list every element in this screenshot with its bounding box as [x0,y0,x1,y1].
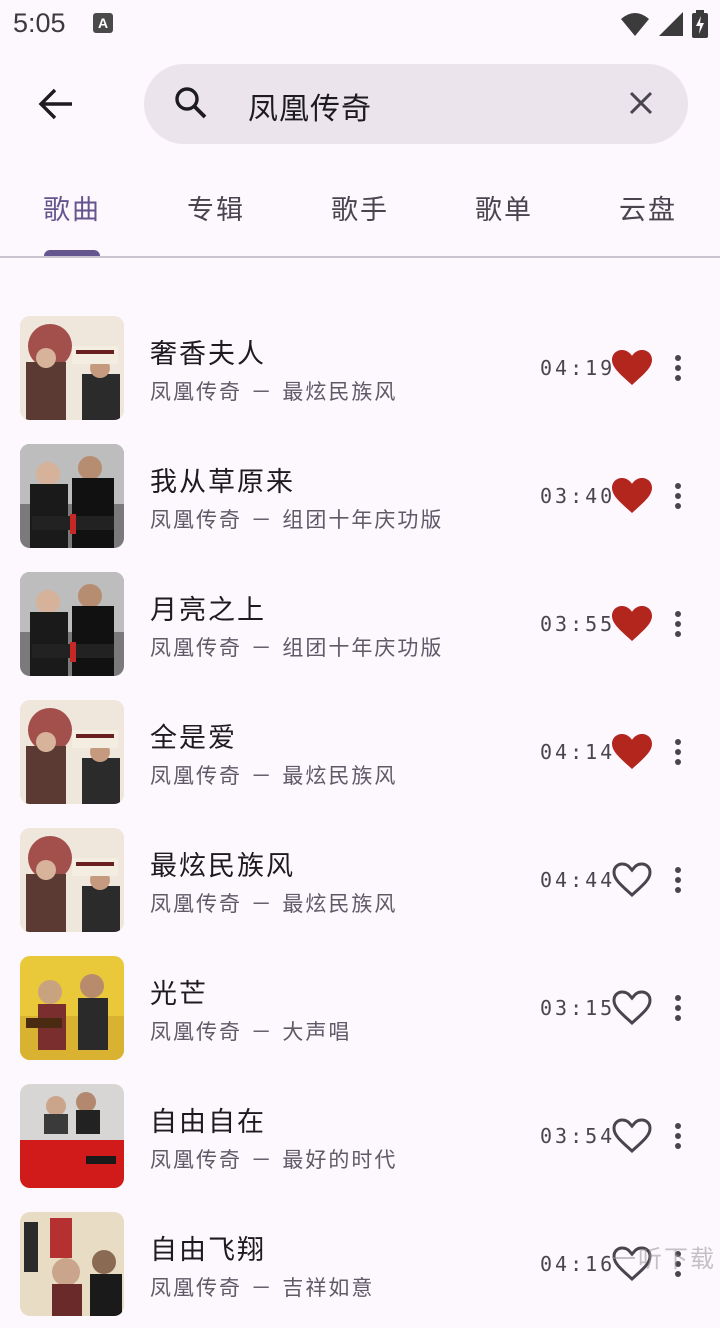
tab-artists[interactable]: 歌手 [288,188,432,227]
more-vert-icon [675,483,681,509]
heart-outline-icon [612,1118,652,1154]
album-cover[interactable] [20,956,124,1060]
arrow-back-icon [38,88,72,120]
album-cover[interactable] [20,572,124,676]
heart-filled-icon [612,734,652,769]
search-tabs: 歌曲 专辑 歌手 歌单 云盘 [0,170,720,258]
heart-outline-icon [612,862,652,898]
song-title: 自由自在 [150,1107,266,1138]
song-subtitle: 凤凰传奇 － 大声唱 [150,1020,352,1044]
heart-outline-icon [612,990,652,1026]
album-cover[interactable] [20,316,124,420]
more-options-button[interactable] [664,988,692,1028]
song-row[interactable]: 光芒凤凰传奇 － 大声唱 03:15 [0,944,720,1072]
tab-playlists[interactable]: 歌单 [432,188,576,227]
song-row[interactable]: 我从草原来凤凰传奇 － 组团十年庆功版 03:40 [0,432,720,560]
like-button[interactable] [612,734,652,770]
song-title: 全是爱 [150,723,237,754]
song-row[interactable]: 最炫民族风凤凰传奇 － 最炫民族风 04:44 [0,816,720,944]
album-cover[interactable] [20,828,124,932]
song-title: 最炫民族风 [150,851,295,882]
song-duration: 04:14 [540,740,616,764]
notification-a-icon: A [93,13,113,33]
song-row[interactable]: 全是爱凤凰传奇 － 最炫民族风 04:14 [0,688,720,816]
song-duration: 03:55 [540,612,616,636]
more-vert-icon [675,867,681,893]
song-subtitle: 凤凰传奇 － 最炫民族风 [150,892,398,916]
song-title: 自由飞翔 [150,1235,266,1266]
search-input[interactable]: 凤凰传奇 [144,64,688,144]
search-header: 凤凰传奇 [0,62,720,146]
more-vert-icon [675,355,681,381]
album-cover[interactable] [20,700,124,804]
tab-indicator [44,250,100,256]
watermark: 一听下载 [612,1245,716,1273]
song-duration: 04:19 [540,356,616,380]
more-options-button[interactable] [664,732,692,772]
more-options-button[interactable] [664,1116,692,1156]
heart-filled-icon [612,478,652,513]
heart-filled-icon [612,606,652,641]
signal-icon [659,12,683,36]
status-icons [620,10,708,38]
tab-cloud[interactable]: 云盘 [576,188,720,227]
tab-albums[interactable]: 专辑 [144,188,288,227]
clear-icon[interactable] [628,90,654,116]
more-vert-icon [675,611,681,637]
more-options-button[interactable] [664,604,692,644]
more-options-button[interactable] [664,860,692,900]
battery-icon [692,10,708,38]
more-vert-icon [675,739,681,765]
back-button[interactable] [28,80,84,128]
song-subtitle: 凤凰传奇 － 组团十年庆功版 [150,636,444,660]
song-title: 我从草原来 [150,467,295,498]
search-query[interactable]: 凤凰传奇 [248,84,372,128]
song-duration: 04:16 [540,1252,616,1276]
song-subtitle: 凤凰传奇 － 最炫民族风 [150,764,398,788]
more-options-button[interactable] [664,476,692,516]
like-button[interactable] [612,606,652,642]
song-row[interactable]: 月亮之上凤凰传奇 － 组团十年庆功版 03:55 [0,560,720,688]
song-duration: 04:44 [540,868,616,892]
more-options-button[interactable] [664,348,692,388]
song-subtitle: 凤凰传奇 － 组团十年庆功版 [150,508,444,532]
song-duration: 03:15 [540,996,616,1020]
like-button[interactable] [612,1118,652,1154]
song-row[interactable]: 奢香夫人凤凰传奇 － 最炫民族风 04:19 [0,304,720,432]
like-button[interactable] [612,350,652,386]
song-duration: 03:40 [540,484,616,508]
status-bar: 5:05 A [0,0,720,50]
song-duration: 03:54 [540,1124,616,1148]
like-button[interactable] [612,862,652,898]
more-vert-icon [675,995,681,1021]
album-cover[interactable] [20,1084,124,1188]
status-time: 5:05 [13,8,66,38]
song-title: 光芒 [150,979,208,1010]
song-title: 月亮之上 [150,595,266,626]
like-button[interactable] [612,990,652,1026]
search-icon [175,87,207,119]
more-vert-icon [675,1123,681,1149]
wifi-icon [621,13,649,36]
like-button[interactable] [612,478,652,514]
tab-songs[interactable]: 歌曲 [0,188,144,227]
album-cover[interactable] [20,444,124,548]
album-cover[interactable] [20,1212,124,1316]
heart-filled-icon [612,350,652,385]
song-title: 奢香夫人 [150,339,266,370]
song-row[interactable]: 自由自在凤凰传奇 － 最好的时代 03:54 [0,1072,720,1200]
song-subtitle: 凤凰传奇 － 吉祥如意 [150,1276,375,1300]
song-subtitle: 凤凰传奇 － 最炫民族风 [150,380,398,404]
song-subtitle: 凤凰传奇 － 最好的时代 [150,1148,398,1172]
